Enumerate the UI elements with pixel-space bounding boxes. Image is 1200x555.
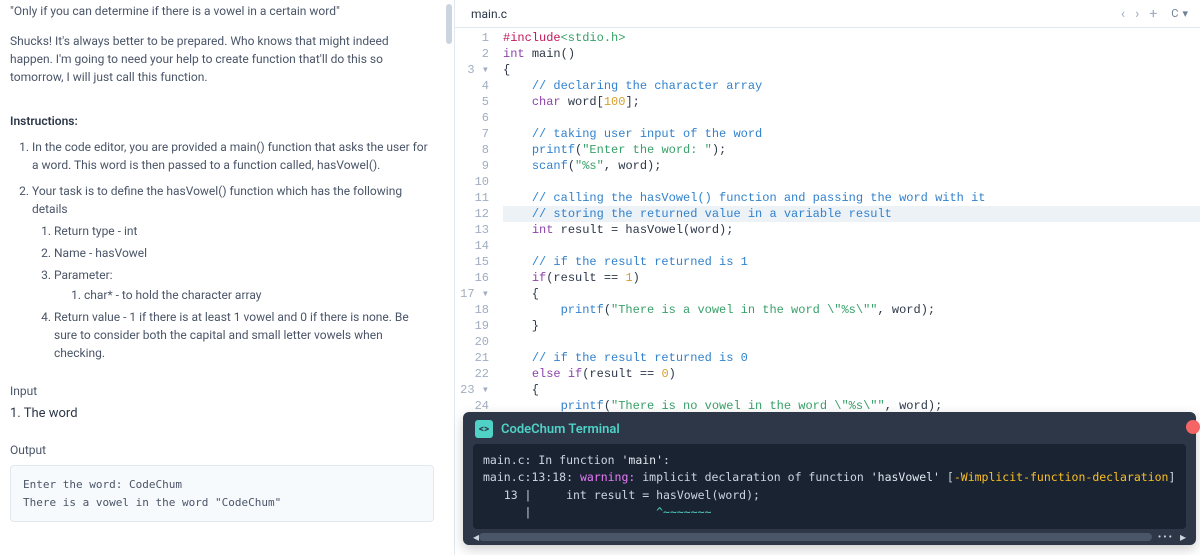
scroll-right-icon[interactable]: ▸ [1180,530,1186,544]
problem-panel: "Only if you can determine if there is a… [0,0,455,555]
instruction-item: Your task is to define the hasVowel() fu… [32,182,434,362]
param-sub-item: char* - to hold the character array [84,286,434,304]
editor-panel: main.c ‹ › + C ▾ 123 ▾456789101112131415… [455,0,1200,555]
add-tab-button[interactable]: + [1149,6,1157,22]
expected-output-box: Enter the word: CodeChum There is a vowe… [10,465,434,522]
detail-item: Parameter: char* - to hold the character… [54,266,434,304]
input-heading: Input [10,384,434,398]
terminal-panel: <> CodeChum Terminal main.c: In function… [463,412,1196,545]
detail-item: Name - hasVowel [54,244,434,262]
next-button[interactable]: › [1135,6,1139,22]
instructions-list: In the code editor, you are provided a m… [10,138,434,362]
terminal-title: CodeChum Terminal [501,422,620,437]
instructions-heading: Instructions: [10,114,434,128]
close-icon[interactable] [1186,420,1200,434]
editor-tabbar: main.c ‹ › + C ▾ [455,0,1200,28]
language-selector[interactable]: C ▾ [1167,5,1192,22]
detail-item: Return value - 1 if there is at least 1 … [54,308,434,362]
problem-description: Shucks! It's always better to be prepare… [10,32,434,86]
more-icon[interactable]: ••• [1152,532,1180,543]
instruction-item: In the code editor, you are provided a m… [32,138,434,174]
detail-item: Return type - int [54,222,434,240]
file-tab[interactable]: main.c [463,3,515,25]
terminal-scrollbar[interactable]: ◂ ••• ▸ [463,531,1196,545]
input-line: 1. The word [10,406,434,421]
chevron-down-icon: ▾ [1182,7,1188,20]
terminal-icon: <> [475,420,493,438]
prev-button[interactable]: ‹ [1121,6,1125,22]
terminal-header: <> CodeChum Terminal [463,412,1196,444]
output-heading: Output [10,443,434,457]
terminal-output[interactable]: main.c: In function 'main': main.c:13:18… [473,444,1186,529]
details-list: Return type - int Name - hasVowel Parame… [32,222,434,362]
problem-quote: "Only if you can determine if there is a… [10,4,434,18]
